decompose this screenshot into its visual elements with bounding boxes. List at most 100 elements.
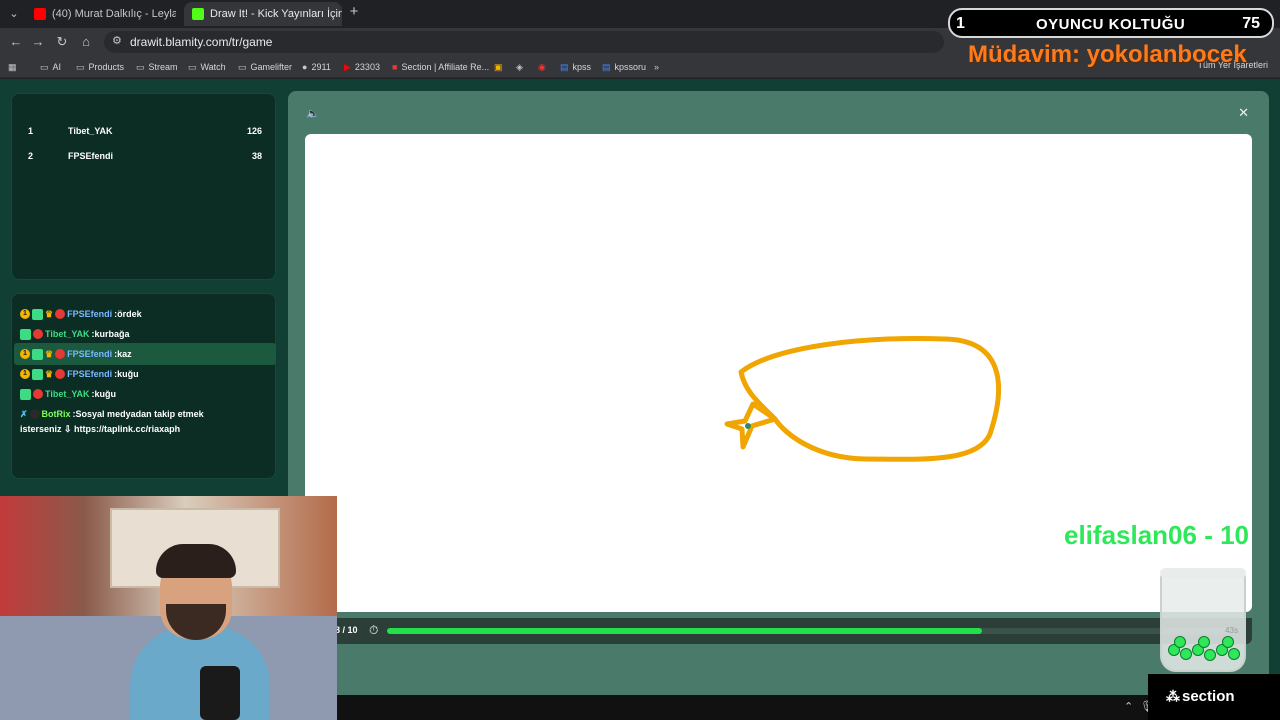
- forward-icon[interactable]: →: [30, 34, 46, 50]
- timer-fill: [387, 628, 982, 634]
- new-tab-button[interactable]: +: [346, 4, 362, 20]
- bookmark-ai[interactable]: ▭ AI: [40, 60, 61, 74]
- bookmark-ext-2[interactable]: ◈: [516, 60, 523, 74]
- apps-icon[interactable]: ▦: [8, 60, 17, 74]
- drawing-game: 🔈 ✕ 8 / 10 ⏱: [288, 91, 1269, 720]
- doc-icon: ▤: [560, 61, 569, 72]
- url-text: drawit.blamity.com/tr/game: [130, 35, 273, 49]
- sub-badge-icon: [32, 308, 43, 320]
- tab-label: (40) Murat Dalkılıç - Leyla: [52, 8, 176, 20]
- bookmark-ext-3[interactable]: ◉: [538, 60, 546, 74]
- gem-icon: [1198, 636, 1210, 648]
- bot-message-continued: isterseniz ⇩ https://taplink.cc/riaxaph: [20, 424, 181, 434]
- bookmark-kpssoru[interactable]: ▤ kpssoru: [602, 60, 646, 74]
- folder-icon: ▭: [76, 61, 85, 72]
- back-icon[interactable]: ←: [8, 34, 24, 50]
- gem-icon: [1228, 648, 1240, 660]
- sponsor-logo: ⁂ section: [1148, 674, 1280, 720]
- screen: ⌄ (40) Murat Dalkılıç - Leyla 🔊 ✕ Draw I…: [0, 0, 1280, 720]
- microphone-icon: [200, 666, 240, 720]
- red-badge-icon: [55, 309, 66, 319]
- chat-panel: 1 ♛ FPSEfendi:ördek Tibet_YAK:kurbağa 1 ♛ …: [11, 293, 276, 479]
- regular-viewer-overlay: Müdavim: yokolanbocek: [968, 41, 1247, 68]
- folder-icon: ▭: [238, 61, 247, 72]
- chevron-up-icon[interactable]: ⌃: [1124, 700, 1133, 713]
- close-icon[interactable]: ✕: [1238, 105, 1249, 121]
- bookmark-section[interactable]: ■ Section | Affiliate Re...: [392, 60, 489, 74]
- jar-timer: 43s: [1225, 626, 1238, 635]
- sub-badge-icon: [32, 348, 43, 360]
- rank-badge-icon: 1: [20, 309, 30, 319]
- gem-jar: 43s: [1160, 568, 1246, 672]
- round-progress: 8 / 10 ⏱: [305, 618, 1252, 644]
- bot-badge-icon: [29, 409, 40, 419]
- donor-overlay: elifaslan06 - 10: [1064, 520, 1249, 550]
- bookmark-more[interactable]: »: [654, 60, 659, 74]
- sub-badge-icon: [32, 368, 43, 380]
- leaderboard-row: 2 FPSEfendi 38: [28, 151, 262, 161]
- sub-badge-icon: [20, 328, 31, 340]
- red-badge-icon: [55, 369, 66, 379]
- rank-badge-icon: 1: [20, 369, 30, 379]
- reload-icon[interactable]: ↻: [54, 34, 70, 50]
- tab-search-icon[interactable]: ⌄: [6, 6, 22, 22]
- doc-icon: ▤: [602, 61, 611, 72]
- section-icon: ■: [392, 62, 398, 72]
- folder-icon: ▭: [188, 61, 197, 72]
- folder-icon: ▭: [40, 61, 49, 72]
- chevron-right-icon: »: [654, 62, 660, 72]
- bookmark-23303[interactable]: ▶ 23303: [344, 60, 380, 74]
- timer-icon: ⏱: [369, 623, 379, 637]
- sub-badge-icon: [20, 388, 31, 400]
- red-badge-icon: [33, 329, 43, 339]
- bookmark-watch[interactable]: ▭ Watch: [188, 60, 226, 74]
- shield-icon: ◈: [516, 61, 523, 72]
- tab-youtube[interactable]: (40) Murat Dalkılıç - Leyla 🔊 ✕: [26, 2, 176, 26]
- gem-icon: [1204, 649, 1216, 661]
- bookmark-products[interactable]: ▭ Products: [76, 60, 124, 74]
- chat-message: Tibet_YAK:kuğu: [20, 385, 270, 403]
- drawing-stroke: [738, 336, 1002, 462]
- leaderboard: 1 Tibet_YAK 126 2 FPSEfendi 38: [11, 93, 276, 280]
- red-badge-icon: [55, 349, 66, 359]
- gem-icon: [1222, 636, 1234, 648]
- red-badge-icon: [33, 389, 43, 399]
- tab-label: Draw It! - Kick Yayınları İçin: [210, 8, 342, 20]
- home-icon[interactable]: ⌂: [78, 34, 94, 50]
- round-counter: 8 / 10: [335, 625, 358, 635]
- chat-message-highlighted: 1 ♛ FPSEfendi:kaz: [14, 343, 276, 365]
- rank-badge-icon: 1: [20, 349, 30, 359]
- taskbar: [337, 695, 1280, 720]
- timer-track: [387, 628, 1237, 634]
- kick-icon: [192, 8, 204, 20]
- bookmark-icon: ▣: [494, 61, 503, 72]
- tab-drawit[interactable]: Draw It! - Kick Yayınları İçin 🔇 ✕: [184, 2, 342, 26]
- url-input[interactable]: ⚙ drawit.blamity.com/tr/game: [104, 31, 944, 53]
- youtube-icon: [34, 8, 46, 20]
- section-logo-icon: ⁂: [1166, 688, 1180, 704]
- folder-icon: ▭: [136, 61, 145, 72]
- bookmark-2911[interactable]: ● 2911: [302, 60, 331, 74]
- sword-icon: ✗: [20, 408, 28, 419]
- cursor-pointer: [745, 423, 751, 429]
- chat-message: 1 ♛ FPSEfendi:ördek: [20, 305, 270, 323]
- crown-icon: ♛: [45, 308, 54, 319]
- bookmark-ext-1[interactable]: ▣: [494, 60, 503, 74]
- gem-icon: [1174, 636, 1186, 648]
- clock-icon: ◉: [538, 61, 546, 72]
- bookmark-kpss[interactable]: ▤ kpss: [560, 60, 591, 74]
- chess-icon: ●: [302, 62, 308, 72]
- chat-message: Tibet_YAK:kurbağa: [20, 325, 270, 343]
- site-info-icon[interactable]: ⚙: [112, 34, 122, 47]
- crown-icon: ♛: [45, 348, 54, 359]
- bookmark-gamelifter[interactable]: ▭ Gamelifter: [238, 60, 292, 74]
- bookmark-stream[interactable]: ▭ Stream: [136, 60, 178, 74]
- crown-icon: ♛: [45, 368, 54, 379]
- chat-message: 1 ♛ FPSEfendi:kuğu: [20, 365, 270, 383]
- game-page: 1 Tibet_YAK 126 2 FPSEfendi 38 1 ♛ FPSEfe…: [0, 79, 1280, 720]
- seat-overlay: 1 OYUNCU KOLTUĞU 75: [948, 8, 1274, 38]
- gem-icon: [1180, 648, 1192, 660]
- webcam-feed: [0, 496, 337, 720]
- speaker-icon[interactable]: 🔈: [306, 107, 320, 120]
- youtube-icon: ▶: [344, 61, 351, 72]
